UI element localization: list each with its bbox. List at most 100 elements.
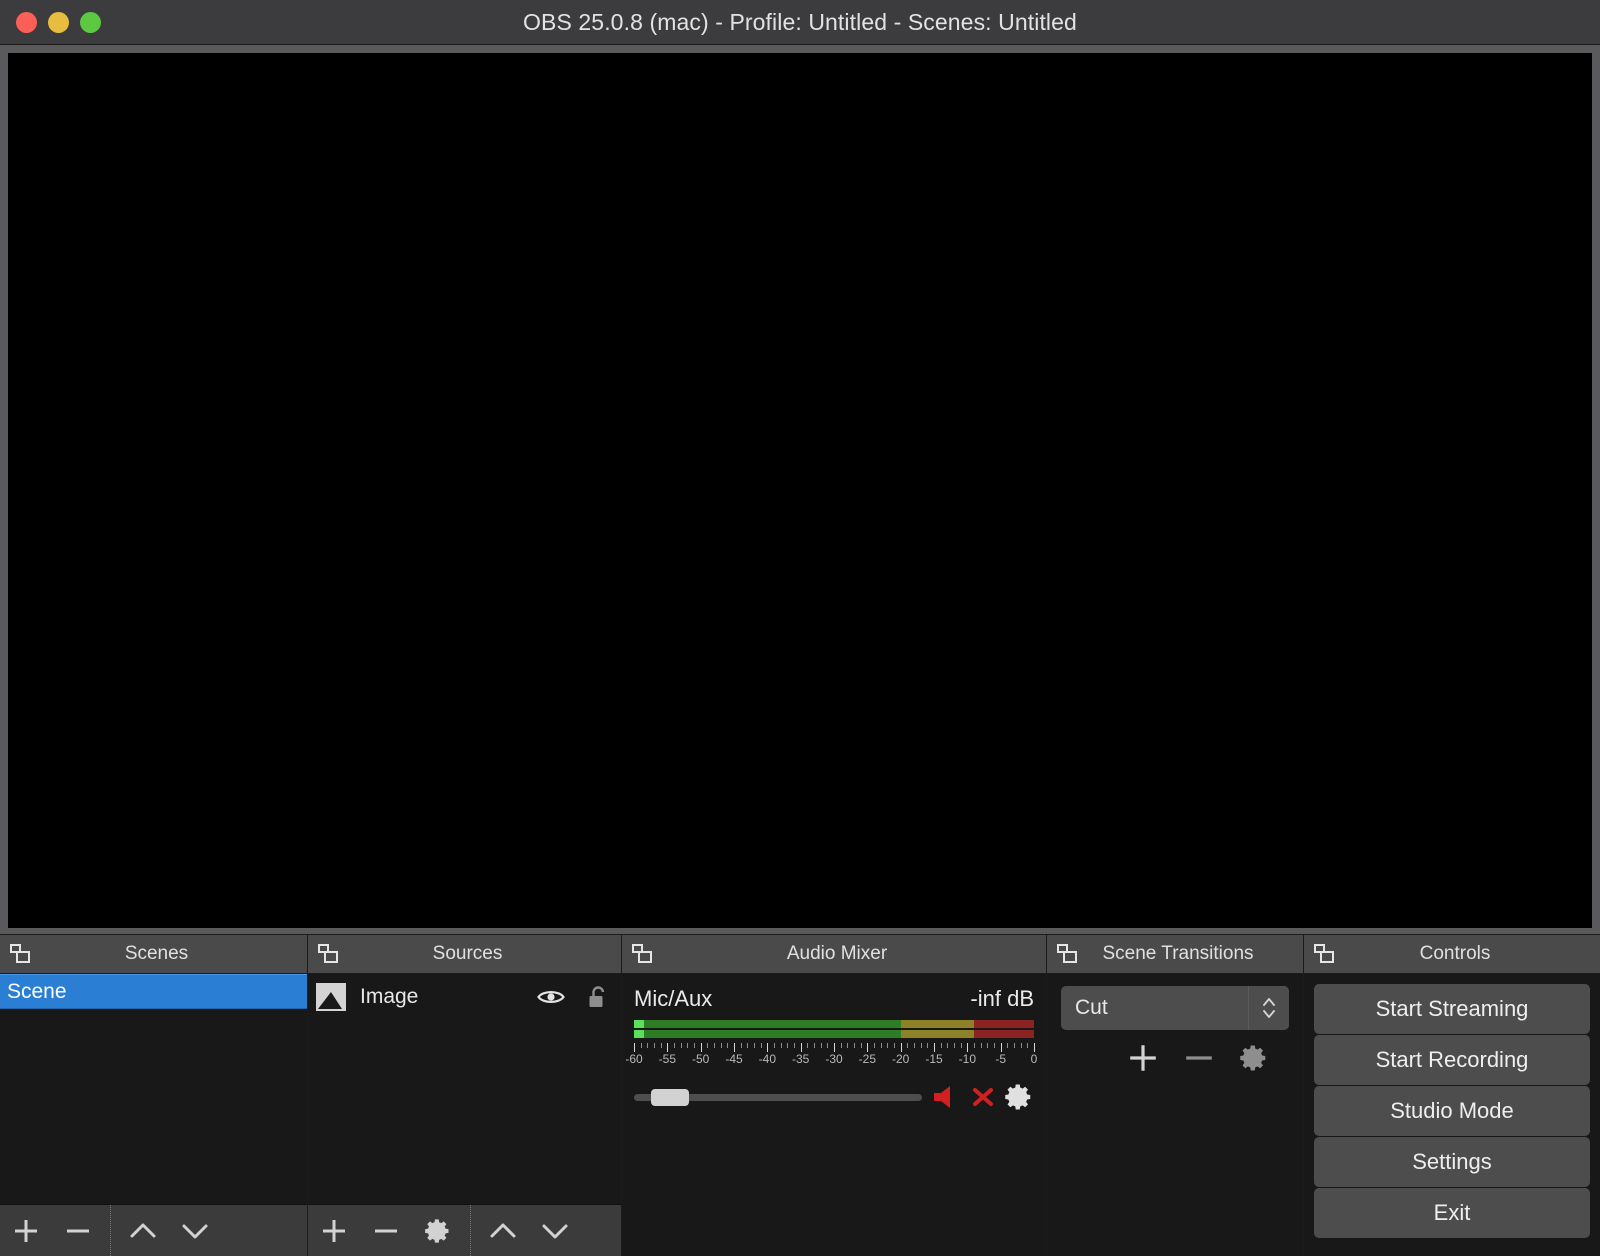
exit-label: Exit: [1434, 1200, 1471, 1226]
mixer-channel-list: Mic/Aux -inf dB: [622, 974, 1046, 1256]
settings-button[interactable]: Settings: [1314, 1137, 1590, 1187]
scene-list-item[interactable]: Scene: [0, 974, 307, 1009]
move-source-up-button[interactable]: [477, 1205, 529, 1256]
exit-button[interactable]: Exit: [1314, 1188, 1590, 1238]
scene-item-label: Scene: [7, 980, 67, 1004]
slider-handle[interactable]: [651, 1089, 689, 1106]
start-streaming-label: Start Streaming: [1376, 996, 1529, 1022]
meter-tick: [674, 1043, 675, 1048]
meter-tick: [801, 1043, 802, 1052]
meter-tick-label: -30: [825, 1052, 842, 1066]
meter-tick: [1014, 1043, 1015, 1048]
transition-stepper[interactable]: [1248, 986, 1289, 1030]
channel-mute-button[interactable]: [932, 1084, 962, 1110]
sources-title: Sources: [308, 943, 621, 965]
channel-mute-x[interactable]: [972, 1086, 994, 1108]
image-source-icon: [316, 983, 346, 1011]
add-source-button[interactable]: [308, 1205, 360, 1256]
source-properties-button[interactable]: [412, 1205, 464, 1256]
zoom-window-button[interactable]: [80, 12, 101, 33]
remove-source-button[interactable]: [360, 1205, 412, 1256]
meter-tick-label: -10: [959, 1052, 976, 1066]
eye-icon: [537, 988, 565, 1006]
channel-volume-slider[interactable]: [634, 1089, 922, 1105]
studio-mode-label: Studio Mode: [1390, 1098, 1514, 1124]
meter-tick: [841, 1043, 842, 1048]
studio-mode-button[interactable]: Studio Mode: [1314, 1086, 1590, 1136]
meter-tick: [647, 1043, 648, 1048]
close-window-button[interactable]: [16, 12, 37, 33]
scenes-list[interactable]: Scene: [0, 974, 307, 1204]
start-streaming-button[interactable]: Start Streaming: [1314, 984, 1590, 1034]
meter-tick: [741, 1043, 742, 1048]
meter-tick: [681, 1043, 682, 1048]
source-lock-toggle[interactable]: [587, 985, 609, 1009]
meter-tick: [954, 1043, 955, 1048]
move-scene-up-button[interactable]: [117, 1205, 169, 1256]
source-visibility-toggle[interactable]: [537, 988, 565, 1006]
channel-settings-button[interactable]: [1004, 1082, 1034, 1112]
gear-icon: [1004, 1082, 1034, 1112]
float-dock-icon[interactable]: [10, 944, 32, 964]
sources-list[interactable]: Image: [308, 974, 621, 1204]
plus-icon: [319, 1216, 349, 1246]
down-chevron-icon: [179, 1218, 211, 1244]
source-list-item[interactable]: Image: [308, 974, 621, 1020]
dock-controls: Controls Start Streaming Start Recording…: [1304, 935, 1600, 1256]
minus-icon: [371, 1216, 401, 1246]
speaker-muted-icon: [932, 1084, 962, 1110]
meter-tick: [981, 1043, 982, 1048]
minimize-window-button[interactable]: [48, 12, 69, 33]
channel-level-readout: -inf dB: [970, 986, 1034, 1012]
move-scene-down-button[interactable]: [169, 1205, 221, 1256]
scenes-title: Scenes: [0, 943, 307, 965]
meter-bar-left: [634, 1020, 1034, 1028]
meter-tick: [667, 1043, 668, 1052]
peak-indicator-left: [634, 1020, 644, 1028]
scenes-header: Scenes: [0, 935, 307, 974]
remove-scene-button[interactable]: [52, 1205, 104, 1256]
preview-canvas[interactable]: [8, 53, 1592, 928]
meter-tick: [727, 1043, 728, 1048]
plus-icon: [11, 1216, 41, 1246]
meter-tick: [654, 1043, 655, 1048]
transition-selected-value: Cut: [1061, 986, 1248, 1030]
float-dock-icon[interactable]: [318, 944, 340, 964]
meter-tick: [967, 1043, 968, 1052]
float-dock-icon[interactable]: [1314, 944, 1336, 964]
meter-tick: [1021, 1043, 1022, 1048]
transitions-header: Scene Transitions: [1047, 935, 1303, 974]
meter-tick-label: -5: [995, 1052, 1006, 1066]
meter-tick: [747, 1043, 748, 1048]
meter-tick: [867, 1043, 868, 1052]
meter-tick: [774, 1043, 775, 1048]
transition-select[interactable]: Cut: [1061, 986, 1289, 1030]
channel-volume-meter: [634, 1020, 1034, 1042]
add-transition-button[interactable]: [1127, 1042, 1159, 1079]
start-recording-label: Start Recording: [1376, 1047, 1529, 1073]
minus-icon: [63, 1216, 93, 1246]
transition-properties-button[interactable]: [1239, 1043, 1269, 1078]
meter-tick: [1007, 1043, 1008, 1048]
meter-tick: [821, 1043, 822, 1048]
meter-tick: [781, 1043, 782, 1048]
add-scene-button[interactable]: [0, 1205, 52, 1256]
meter-tick: [907, 1043, 908, 1048]
meter-tick-label: -35: [792, 1052, 809, 1066]
float-dock-icon[interactable]: [632, 944, 654, 964]
remove-transition-button[interactable]: [1183, 1042, 1215, 1079]
toolbar-divider: [470, 1205, 471, 1256]
start-recording-button[interactable]: Start Recording: [1314, 1035, 1590, 1085]
transitions-title: Scene Transitions: [1047, 943, 1303, 965]
sources-toolbar: [308, 1204, 621, 1256]
mixer-header: Audio Mixer: [622, 935, 1046, 974]
meter-tick: [887, 1043, 888, 1048]
transitions-body: Cut: [1047, 974, 1303, 1256]
float-dock-icon[interactable]: [1057, 944, 1079, 964]
down-chevron-icon: [539, 1218, 571, 1244]
meter-tick: [894, 1043, 895, 1048]
dock-sources: Sources Image: [308, 935, 622, 1256]
meter-ticks: [634, 1043, 1034, 1052]
move-source-down-button[interactable]: [529, 1205, 581, 1256]
meter-tick: [1034, 1043, 1035, 1052]
